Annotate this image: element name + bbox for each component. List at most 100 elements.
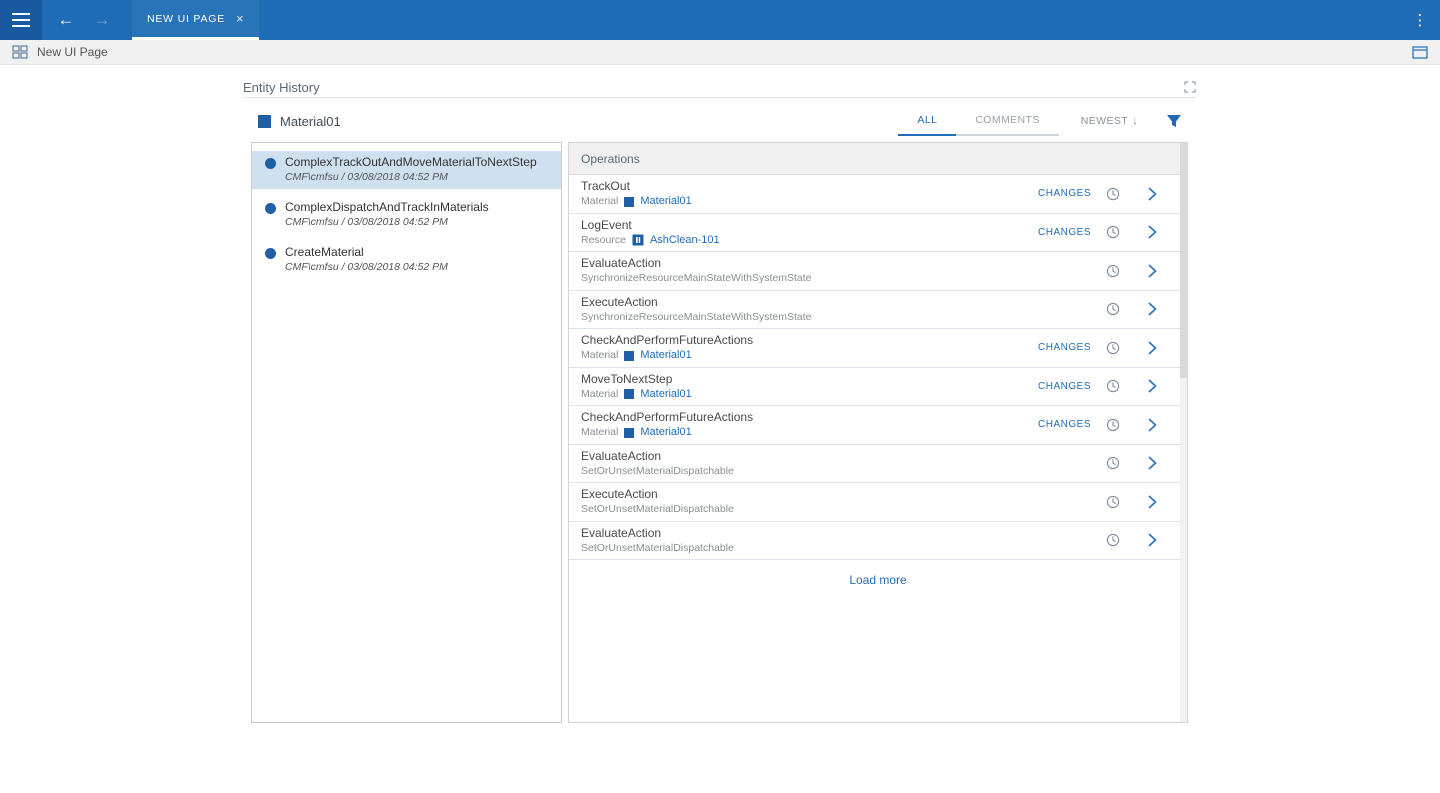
sort-descending-icon: ↓: [1132, 115, 1138, 127]
chevron-right-icon[interactable]: [1135, 533, 1169, 547]
sort-label: NEWEST: [1081, 115, 1128, 127]
chevron-right-icon[interactable]: [1135, 379, 1169, 393]
operation-subtitle: SynchronizeResourceMainStateWithSystemSt…: [581, 272, 812, 285]
operation-title: EvaluateAction: [581, 526, 1001, 540]
operation-entity: Resource AshClean-101: [581, 234, 720, 247]
chevron-right-icon[interactable]: [1135, 418, 1169, 432]
operation-row[interactable]: EvaluateAction SetOrUnsetMaterialDispatc…: [569, 445, 1187, 484]
panel-icon[interactable]: [1412, 46, 1428, 59]
history-clock-icon[interactable]: [1091, 225, 1135, 239]
operation-title: MoveToNextStep: [581, 372, 1001, 386]
changes-link[interactable]: CHANGES: [1001, 342, 1091, 353]
timeline-item-title: ComplexTrackOutAndMoveMaterialToNextStep: [285, 155, 537, 170]
operation-title: ExecuteAction: [581, 295, 1001, 309]
operation-subline: SetOrUnsetMaterialDispatchable: [581, 465, 1001, 478]
history-clock-icon[interactable]: [1091, 187, 1135, 201]
operation-entity-link[interactable]: Material01: [640, 195, 691, 208]
history-clock-icon[interactable]: [1091, 302, 1135, 316]
operation-row[interactable]: CheckAndPerformFutureActions Material Ma…: [569, 406, 1187, 445]
operation-entity-link[interactable]: Material01: [640, 388, 691, 401]
tab-all[interactable]: ALL: [898, 106, 956, 136]
operation-title: EvaluateAction: [581, 256, 1001, 270]
layout-grid-icon: [12, 45, 28, 59]
operation-row[interactable]: EvaluateAction SetOrUnsetMaterialDispatc…: [569, 522, 1187, 561]
chevron-right-icon[interactable]: [1135, 264, 1169, 278]
navigation-arrows: ← →: [42, 0, 120, 40]
history-clock-icon[interactable]: [1091, 418, 1135, 432]
scrollbar-track[interactable]: [1180, 143, 1187, 722]
operation-row[interactable]: TrackOut Material Material01 CHANGES: [569, 175, 1187, 214]
operation-row[interactable]: ExecuteAction SetOrUnsetMaterialDispatch…: [569, 483, 1187, 522]
material-icon: [624, 351, 634, 361]
topbar-spacer: [259, 0, 1400, 40]
menu-button[interactable]: [0, 0, 42, 40]
timeline-item-title: ComplexDispatchAndTrackInMaterials: [285, 200, 489, 215]
operation-main: MoveToNextStep Material Material01: [581, 372, 1001, 401]
chevron-right-icon[interactable]: [1135, 187, 1169, 201]
sort-control[interactable]: NEWEST ↓: [1081, 115, 1138, 127]
entity-name: Material01: [280, 114, 341, 129]
timeline-item[interactable]: ComplexDispatchAndTrackInMaterials CMF\c…: [252, 196, 561, 234]
filter-icon[interactable]: [1166, 114, 1182, 128]
operations-header-label: Operations: [581, 152, 640, 166]
expand-icon[interactable]: [1184, 81, 1196, 93]
load-more-link[interactable]: Load more: [569, 573, 1187, 587]
history-clock-icon[interactable]: [1091, 533, 1135, 547]
more-options-icon[interactable]: ⋮: [1400, 0, 1440, 40]
tab-new-ui-page[interactable]: NEW UI PAGE ×: [132, 0, 259, 40]
history-clock-icon[interactable]: [1091, 456, 1135, 470]
operation-row[interactable]: ExecuteAction SynchronizeResourceMainSta…: [569, 291, 1187, 330]
operations-panel: Operations TrackOut Material Material01 …: [568, 142, 1188, 723]
scrollbar-thumb[interactable]: [1180, 143, 1187, 378]
chevron-right-icon[interactable]: [1135, 456, 1169, 470]
history-clock-icon[interactable]: [1091, 341, 1135, 355]
operation-row[interactable]: MoveToNextStep Material Material01 CHANG…: [569, 368, 1187, 407]
close-icon[interactable]: ×: [236, 12, 244, 25]
top-app-bar: ← → NEW UI PAGE × ⋮: [0, 0, 1440, 40]
chevron-right-icon[interactable]: [1135, 341, 1169, 355]
timeline-item[interactable]: ComplexTrackOutAndMoveMaterialToNextStep…: [252, 151, 561, 189]
operation-row[interactable]: LogEvent Resource AshClean-101: [569, 214, 1187, 253]
entity-identity: Material01: [258, 114, 341, 129]
changes-link[interactable]: CHANGES: [1001, 381, 1091, 392]
tab-comments[interactable]: COMMENTS: [956, 106, 1058, 136]
timeline-item[interactable]: CreateMaterial CMF\cmfsu / 03/08/2018 04…: [252, 241, 561, 279]
timeline-dot-icon: [265, 248, 276, 259]
operation-main: TrackOut Material Material01: [581, 179, 1001, 208]
timeline-item-text: ComplexDispatchAndTrackInMaterials CMF\c…: [285, 200, 489, 229]
operation-subline: SetOrUnsetMaterialDispatchable: [581, 542, 1001, 555]
history-clock-icon[interactable]: [1091, 495, 1135, 509]
operation-main: EvaluateAction SynchronizeResourceMainSt…: [581, 256, 1001, 285]
chevron-right-icon[interactable]: [1135, 495, 1169, 509]
operation-subline: SynchronizeResourceMainStateWithSystemSt…: [581, 272, 1001, 285]
operation-entity: Material Material01: [581, 349, 692, 362]
chevron-right-icon[interactable]: [1135, 225, 1169, 239]
changes-link[interactable]: CHANGES: [1001, 188, 1091, 199]
history-clock-icon[interactable]: [1091, 264, 1135, 278]
operation-entity-link[interactable]: Material01: [640, 349, 691, 362]
operation-entity-link[interactable]: AshClean-101: [650, 234, 720, 247]
history-clock-icon[interactable]: [1091, 379, 1135, 393]
operation-subtitle: SetOrUnsetMaterialDispatchable: [581, 465, 734, 478]
operation-subline: Material Material01: [581, 426, 1001, 439]
material-icon: [624, 428, 634, 438]
page-breadcrumb-title: New UI Page: [37, 45, 108, 59]
operation-subtitle: SetOrUnsetMaterialDispatchable: [581, 503, 734, 516]
operation-row[interactable]: EvaluateAction SynchronizeResourceMainSt…: [569, 252, 1187, 291]
operation-actions: CHANGES: [1001, 533, 1169, 547]
back-icon[interactable]: ←: [48, 10, 84, 30]
entity-history-header: Entity History: [243, 77, 1196, 97]
timeline-item-meta: CMF\cmfsu / 03/08/2018 04:52 PM: [285, 170, 537, 184]
operation-entity-type-label: Material: [581, 349, 618, 362]
forward-icon[interactable]: →: [84, 10, 120, 30]
operation-entity: Material Material01: [581, 388, 692, 401]
hamburger-icon: [12, 13, 30, 15]
changes-link[interactable]: CHANGES: [1001, 419, 1091, 430]
operation-entity-type-label: Material: [581, 195, 618, 208]
operation-row[interactable]: CheckAndPerformFutureActions Material Ma…: [569, 329, 1187, 368]
operation-entity-link[interactable]: Material01: [640, 426, 691, 439]
operation-title: EvaluateAction: [581, 449, 1001, 463]
changes-link[interactable]: CHANGES: [1001, 227, 1091, 238]
chevron-right-icon[interactable]: [1135, 302, 1169, 316]
operation-title: TrackOut: [581, 179, 1001, 193]
